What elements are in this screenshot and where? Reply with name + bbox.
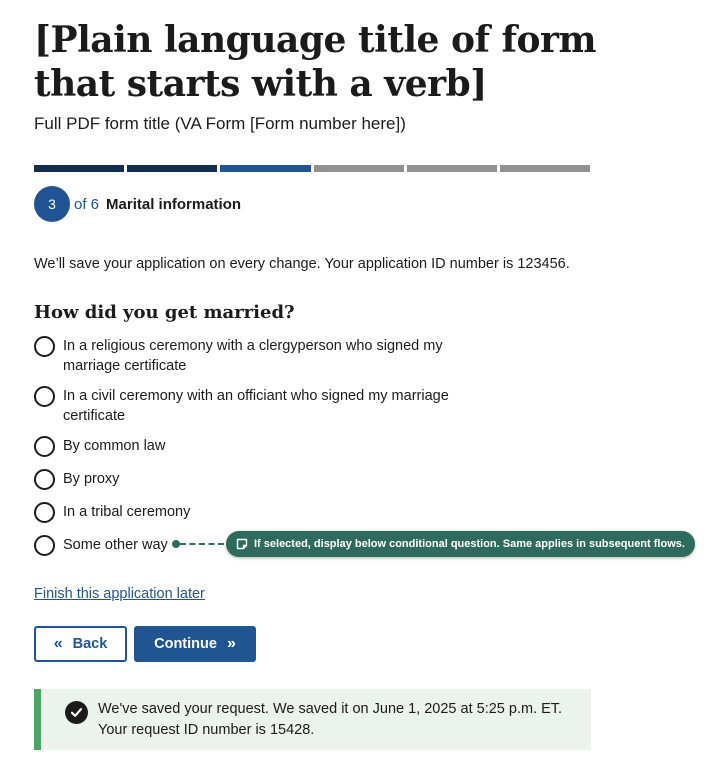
radio-label[interactable]: In a tribal ceremony bbox=[63, 502, 190, 522]
progress-segment-4 bbox=[313, 165, 404, 172]
step-indicator: 3 of 6 Marital information bbox=[34, 186, 241, 222]
progress-segment-6 bbox=[499, 165, 591, 172]
radio-button[interactable] bbox=[34, 336, 55, 357]
radio-label[interactable]: Some other way bbox=[63, 535, 168, 555]
radio-option-common-law[interactable]: By common law bbox=[34, 436, 474, 457]
continue-button[interactable]: Continue » bbox=[134, 626, 256, 662]
radio-label[interactable]: In a civil ceremony with an officiant wh… bbox=[63, 386, 474, 426]
radio-label[interactable]: By common law bbox=[63, 436, 165, 456]
radio-option-tribal[interactable]: In a tribal ceremony bbox=[34, 502, 474, 523]
save-notice: We’ll save your application on every cha… bbox=[34, 256, 570, 272]
progress-segment-5 bbox=[406, 165, 497, 172]
alert-line-2: Your request ID number is 15428. bbox=[98, 722, 315, 738]
progress-segments bbox=[34, 165, 591, 172]
radio-option-proxy[interactable]: By proxy bbox=[34, 469, 474, 490]
step-name: Marital information bbox=[106, 195, 242, 213]
finish-later-link[interactable]: Finish this application later bbox=[34, 584, 205, 604]
page-title: [Plain language title of form that start… bbox=[34, 19, 597, 105]
radio-button[interactable] bbox=[34, 535, 55, 556]
radio-label[interactable]: In a religious ceremony with a clergyper… bbox=[63, 336, 474, 376]
note-icon bbox=[236, 538, 248, 550]
form-navigation: « Back Continue » bbox=[34, 626, 256, 662]
double-chevron-right-icon: » bbox=[226, 635, 236, 652]
continue-button-label: Continue bbox=[154, 636, 217, 652]
alert-line-1: We've saved your request. We saved it on… bbox=[98, 701, 563, 717]
radio-option-civil[interactable]: In a civil ceremony with an officiant wh… bbox=[34, 386, 474, 426]
annotation-connector bbox=[180, 543, 224, 545]
radio-button[interactable] bbox=[34, 436, 55, 457]
success-alert: We've saved your request. We saved it on… bbox=[34, 689, 591, 750]
radio-option-religious[interactable]: In a religious ceremony with a clergyper… bbox=[34, 336, 474, 376]
question-label: How did you get married? bbox=[34, 302, 295, 323]
alert-message: We've saved your request. We saved it on… bbox=[98, 699, 562, 741]
radio-label[interactable]: By proxy bbox=[63, 469, 119, 489]
back-button[interactable]: « Back bbox=[34, 626, 127, 662]
radio-button[interactable] bbox=[34, 502, 55, 523]
check-circle-icon bbox=[65, 701, 88, 724]
annotation-text: If selected, display below conditional q… bbox=[254, 538, 685, 550]
annotation-anchor-dot bbox=[172, 540, 180, 548]
step-number-badge: 3 bbox=[34, 186, 70, 222]
design-annotation: If selected, display below conditional q… bbox=[172, 531, 695, 557]
progress-segment-2 bbox=[127, 165, 218, 172]
progress-segment-3 bbox=[220, 165, 311, 172]
progress-segment-1 bbox=[34, 165, 125, 172]
radio-button[interactable] bbox=[34, 386, 55, 407]
double-chevron-left-icon: « bbox=[53, 635, 63, 652]
step-total: of 6 bbox=[74, 195, 100, 213]
back-button-label: Back bbox=[72, 636, 108, 652]
annotation-pill: If selected, display below conditional q… bbox=[226, 531, 695, 557]
radio-button[interactable] bbox=[34, 469, 55, 490]
form-subtitle: Full PDF form title (VA Form [Form numbe… bbox=[34, 114, 406, 133]
